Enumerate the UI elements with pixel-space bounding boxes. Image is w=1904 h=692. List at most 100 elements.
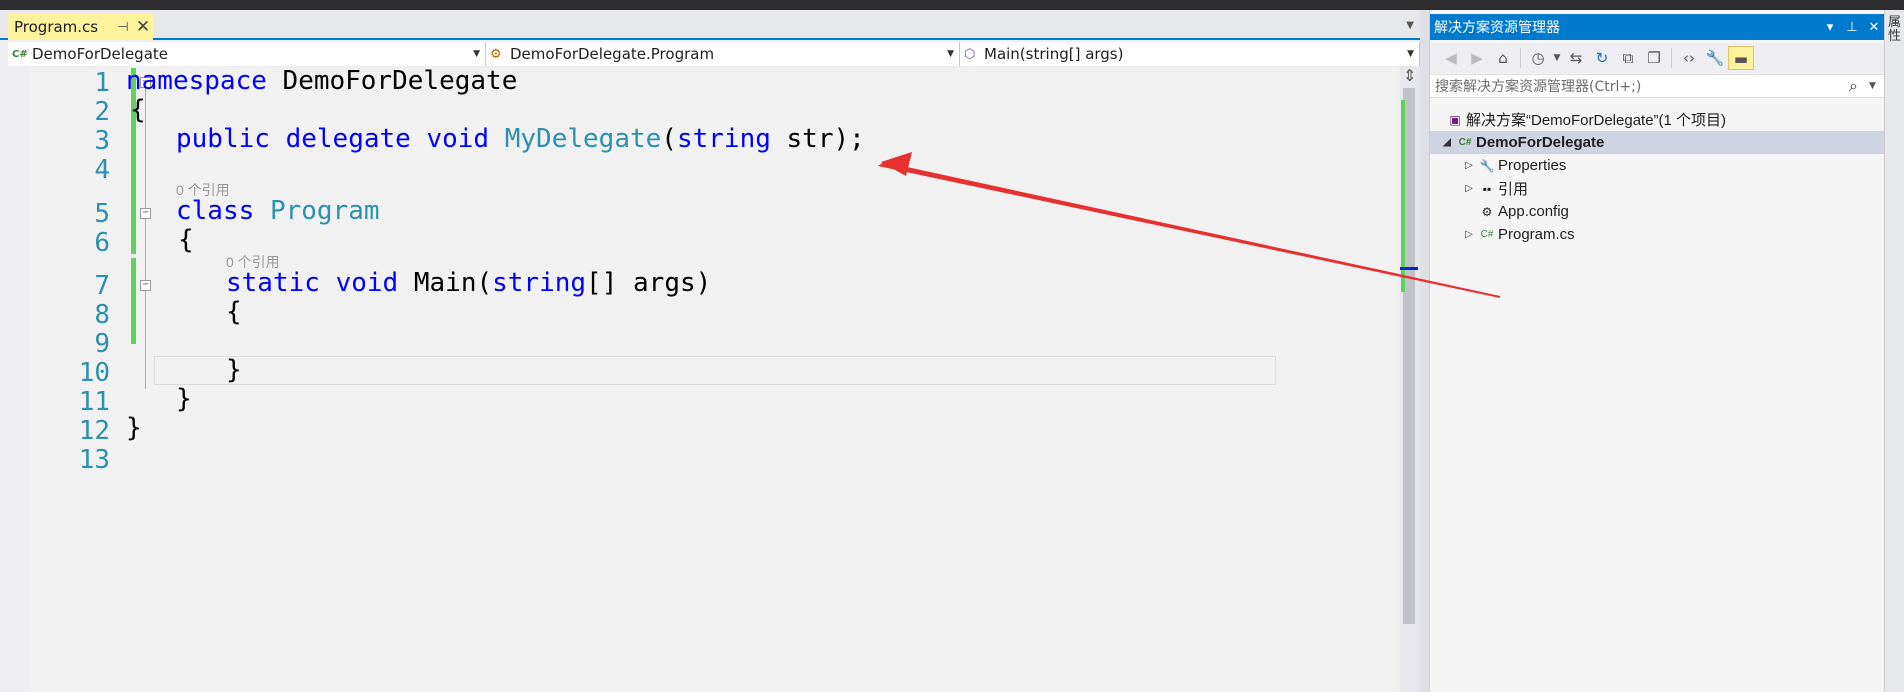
properties-side-tab[interactable]: 属性 [1884, 10, 1904, 692]
collapse-icon[interactable]: − [140, 280, 151, 291]
forward-icon[interactable]: ▶ [1464, 46, 1490, 70]
code-line-2: { [130, 95, 146, 125]
caret-position-marker [1400, 267, 1418, 270]
param-text: [] args) [586, 268, 712, 298]
collapsed-triangle-icon[interactable]: ▷ [1462, 229, 1476, 240]
member-dropdown-value: Main(string[] args) [984, 45, 1124, 63]
code-line-7: static void Main(string[] args) [226, 268, 711, 298]
code-line-8: { [226, 297, 242, 327]
code-text-area[interactable]: 1 2 3 4 5 6 7 8 9 10 11 12 13 − − − name… [30, 66, 1398, 692]
tab-title: Program.cs [14, 18, 99, 36]
code-line-1: namespace DemoForDelegate [126, 66, 517, 96]
vertical-scrollbar[interactable]: ⇕ [1400, 66, 1420, 692]
outline-guide [145, 89, 146, 389]
collapsed-triangle-icon[interactable]: ▷ [1462, 160, 1476, 171]
chevron-down-icon[interactable]: ▼ [1869, 81, 1885, 91]
tree-item-project[interactable]: ◢ C# DemoForDelegate [1430, 131, 1885, 154]
tree-item-solution[interactable]: ▣ 解决方案“DemoForDelegate”(1 个项目) [1430, 108, 1885, 131]
code-line-6: { [178, 225, 194, 255]
solution-explorer-panel: 解决方案资源管理器 ▾ ⊥ ✕ ◀ ▶ ⌂ ◷ ▼ ⇆ ↻ ⧉ ❐ ‹› 🔧 ▬… [1429, 10, 1885, 692]
line-number-gutter: 1 2 3 4 5 6 7 8 9 10 11 12 13 [30, 68, 110, 692]
tree-item-references[interactable]: ▷ ▪▪ 引用 [1430, 177, 1885, 200]
solution-icon: ▣ [1449, 112, 1461, 127]
tree-item-appconfig[interactable]: ⚙ App.config [1430, 200, 1885, 223]
project-dropdown[interactable]: C# DemoForDelegate ▼ [8, 42, 486, 66]
sync-icon[interactable]: ⇆ [1563, 46, 1589, 70]
chevron-down-icon: ▼ [1407, 49, 1414, 59]
home-icon[interactable]: ⌂ [1490, 46, 1516, 70]
chevron-down-icon: ▼ [473, 49, 480, 59]
csharp-project-icon: C# [1458, 137, 1472, 148]
split-window-icon[interactable]: ⇕ [1403, 66, 1416, 85]
type-name: MyDelegate [504, 124, 662, 154]
keyword: string [676, 124, 771, 154]
solution-explorer-toolbar: ◀ ▶ ⌂ ◷ ▼ ⇆ ↻ ⧉ ❐ ‹› 🔧 ▬ [1430, 43, 1885, 73]
tree-item-label: 引用 [1498, 181, 1529, 198]
tree-item-program-cs[interactable]: ▷ C# Program.cs [1430, 223, 1885, 246]
line-number: 2 [94, 97, 110, 127]
tab-program-cs[interactable]: Program.cs ⊣ ✕ [8, 14, 153, 40]
collapsed-triangle-icon[interactable]: ▷ [1462, 183, 1476, 194]
keyword: namespace [126, 66, 267, 96]
member-dropdown[interactable]: ⬡ Main(string[] args) ▼ [960, 42, 1420, 66]
line-number: 7 [94, 271, 110, 301]
line-number: 12 [78, 416, 110, 446]
change-indicator-bar [131, 258, 136, 344]
pane-splitter[interactable] [1420, 10, 1429, 692]
close-icon[interactable]: ✕ [1863, 20, 1885, 35]
namespace-name: DemoForDelegate [266, 66, 518, 96]
preview-icon[interactable]: ▬ [1728, 46, 1754, 70]
pin-icon[interactable]: ⊥ [1841, 20, 1863, 35]
type-dropdown-value: DemoForDelegate.Program [510, 45, 715, 63]
keyword: void [426, 124, 490, 154]
keyword: string [492, 268, 587, 298]
chevron-down-icon: ▼ [947, 49, 954, 59]
type-dropdown[interactable]: ⚙ DemoForDelegate.Program ▼ [486, 42, 960, 66]
line-number: 11 [78, 387, 110, 417]
class-icon: ⚙ [490, 46, 502, 62]
line-number: 13 [78, 445, 110, 475]
close-icon[interactable]: ✕ [133, 17, 153, 37]
line-number: 1 [94, 68, 110, 98]
line-number: 10 [78, 358, 110, 388]
references-icon: ▪▪ [1482, 181, 1492, 196]
wrench-icon[interactable]: 🔧 [1702, 46, 1728, 70]
copy-icon[interactable]: ❐ [1641, 46, 1667, 70]
solution-search-input[interactable]: 搜索解决方案资源管理器(Ctrl+;) ⌕ ▼ [1430, 74, 1885, 98]
chevron-down-icon[interactable]: ▼ [1551, 46, 1563, 70]
title-bar-strip [0, 0, 1904, 10]
search-icon[interactable]: ⌕ [1849, 76, 1869, 96]
tree-item-properties[interactable]: ▷ 🔧 Properties [1430, 154, 1885, 177]
change-map-marker [1401, 100, 1405, 292]
dropdown-icon[interactable]: ▾ [1819, 20, 1841, 35]
line-number: 6 [94, 228, 110, 258]
history-icon[interactable]: ◷ [1525, 46, 1551, 70]
code-line-3: public delegate void MyDelegate(string s… [176, 124, 865, 154]
code-line-5: class Program [176, 196, 380, 226]
method-icon: ⬡ [964, 46, 976, 62]
collapse-icon[interactable]: − [140, 208, 151, 219]
line-number: 5 [94, 199, 110, 229]
tree-item-label: Program.cs [1498, 226, 1575, 243]
code-icon[interactable]: ‹› [1676, 46, 1702, 70]
expanded-triangle-icon[interactable]: ◢ [1440, 137, 1454, 148]
csharp-file-icon: C# [1480, 229, 1494, 240]
back-icon[interactable]: ◀ [1438, 46, 1464, 70]
tree-item-label: 解决方案“DemoForDelegate”(1 个项目) [1466, 112, 1727, 129]
tree-item-label: DemoForDelegate [1476, 134, 1605, 151]
keyword: class [176, 196, 255, 226]
keyword: public [176, 124, 270, 154]
type-name: Program [269, 196, 380, 226]
tab-overflow-dropdown-icon[interactable]: ▼ [1406, 20, 1414, 31]
punctuation: ( [661, 124, 677, 154]
collapse-all-icon[interactable]: ⧉ [1615, 46, 1641, 70]
solution-explorer-title-bar: 解决方案资源管理器 ▾ ⊥ ✕ [1430, 14, 1885, 40]
solution-tree: ▣ 解决方案“DemoForDelegate”(1 个项目) ◢ C# Demo… [1430, 108, 1885, 246]
current-line-highlight [154, 356, 1276, 385]
param-text: str); [770, 124, 865, 154]
pin-icon[interactable]: ⊣ [113, 20, 133, 35]
refresh-icon[interactable]: ↻ [1589, 46, 1615, 70]
line-number: 8 [94, 300, 110, 330]
toolbar-separator [1671, 48, 1672, 68]
keyword: void [335, 268, 399, 298]
